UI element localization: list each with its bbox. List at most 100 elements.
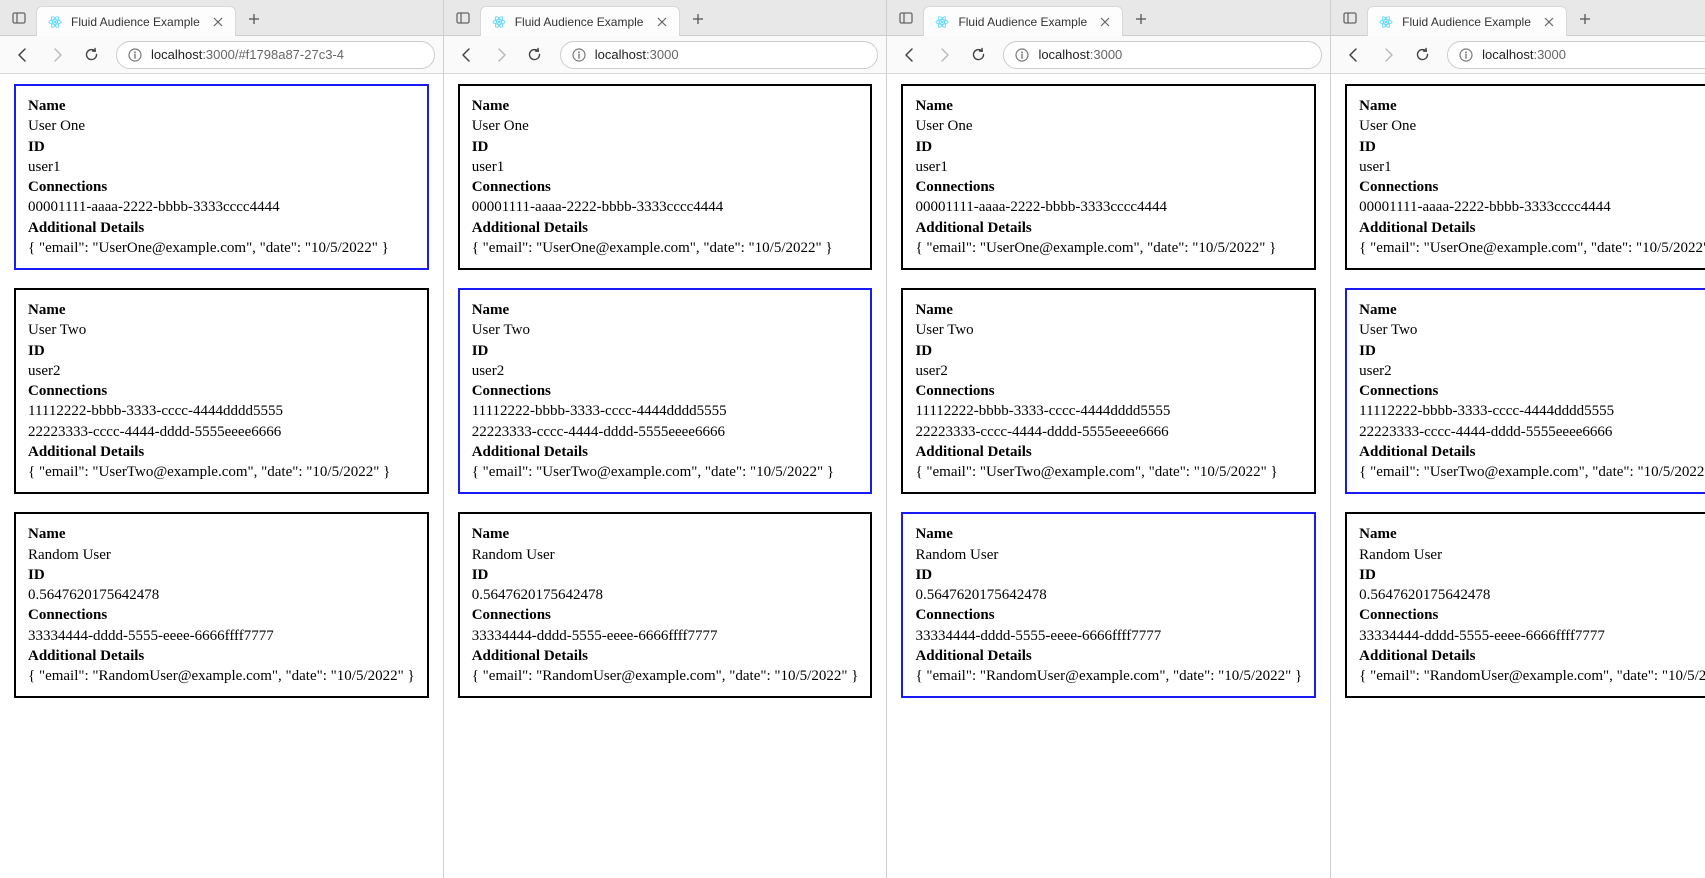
browser-tab[interactable]: Fluid Audience Example bbox=[923, 6, 1123, 36]
info-icon[interactable] bbox=[571, 47, 587, 63]
refresh-button[interactable] bbox=[520, 40, 550, 70]
user-card[interactable]: NameRandom UserID0.5647620175642478Conne… bbox=[1345, 512, 1705, 698]
connection-id: 33334444-dddd-5555-eeee-6666ffff7777 bbox=[28, 626, 415, 646]
details-value: { "email": "RandomUser@example.com", "da… bbox=[28, 666, 415, 686]
back-button[interactable] bbox=[1339, 40, 1369, 70]
id-label: ID bbox=[1359, 565, 1705, 585]
details-value: { "email": "UserTwo@example.com", "date"… bbox=[915, 462, 1302, 482]
details-label: Additional Details bbox=[472, 218, 859, 238]
id-label: ID bbox=[915, 565, 1302, 585]
back-button[interactable] bbox=[895, 40, 925, 70]
forward-button[interactable] bbox=[42, 40, 72, 70]
name-value: User Two bbox=[28, 320, 415, 340]
page-content: NameUser OneIDuser1Connections00001111-a… bbox=[1331, 74, 1705, 878]
details-value: { "email": "RandomUser@example.com", "da… bbox=[472, 666, 859, 686]
tab-actions-icon[interactable] bbox=[450, 5, 476, 31]
close-tab-icon[interactable] bbox=[211, 15, 225, 29]
details-value: { "email": "UserTwo@example.com", "date"… bbox=[28, 462, 415, 482]
connections-label: Connections bbox=[1359, 177, 1705, 197]
user-card[interactable]: NameUser TwoIDuser2Connections11112222-b… bbox=[1345, 288, 1705, 494]
info-icon[interactable] bbox=[1014, 47, 1030, 63]
user-card[interactable]: NameUser OneIDuser1Connections00001111-a… bbox=[1345, 84, 1705, 270]
connection-id: 33334444-dddd-5555-eeee-6666ffff7777 bbox=[915, 626, 1302, 646]
refresh-button[interactable] bbox=[1407, 40, 1437, 70]
address-bar[interactable]: localhost:3000 bbox=[1447, 41, 1705, 69]
toolbar: localhost:3000 bbox=[887, 36, 1330, 74]
close-tab-icon[interactable] bbox=[1542, 15, 1556, 29]
new-tab-button[interactable] bbox=[684, 5, 712, 33]
tab-title: Fluid Audience Example bbox=[958, 15, 1090, 29]
name-label: Name bbox=[28, 524, 415, 544]
tab-title: Fluid Audience Example bbox=[71, 15, 203, 29]
browser-window: Fluid Audience Example localhost:3000 Name… bbox=[1331, 0, 1705, 878]
new-tab-button[interactable] bbox=[240, 5, 268, 33]
url-text: localhost:3000 bbox=[595, 47, 679, 62]
connection-id: 11112222-bbbb-3333-cccc-4444dddd5555 bbox=[915, 401, 1302, 421]
forward-button[interactable] bbox=[929, 40, 959, 70]
forward-button[interactable] bbox=[1373, 40, 1403, 70]
back-button[interactable] bbox=[8, 40, 38, 70]
address-bar[interactable]: localhost:3000/#f1798a87-27c3-4 bbox=[116, 41, 435, 69]
new-tab-button[interactable] bbox=[1127, 5, 1155, 33]
user-card[interactable]: NameUser TwoIDuser2Connections11112222-b… bbox=[458, 288, 873, 494]
browser-tab[interactable]: Fluid Audience Example bbox=[480, 6, 680, 36]
name-value: User Two bbox=[1359, 320, 1705, 340]
browser-tab[interactable]: Fluid Audience Example bbox=[1367, 6, 1567, 36]
id-value: user2 bbox=[472, 361, 859, 381]
id-label: ID bbox=[28, 137, 415, 157]
name-label: Name bbox=[1359, 96, 1705, 116]
connection-id: 00001111-aaaa-2222-bbbb-3333cccc4444 bbox=[28, 197, 415, 217]
info-icon[interactable] bbox=[1458, 47, 1474, 63]
name-label: Name bbox=[915, 300, 1302, 320]
url-text: localhost:3000/#f1798a87-27c3-4 bbox=[151, 47, 344, 62]
connection-id: 33334444-dddd-5555-eeee-6666ffff7777 bbox=[1359, 626, 1705, 646]
browser-tab[interactable]: Fluid Audience Example bbox=[36, 6, 236, 36]
details-label: Additional Details bbox=[28, 442, 415, 462]
close-tab-icon[interactable] bbox=[1098, 15, 1112, 29]
details-label: Additional Details bbox=[28, 218, 415, 238]
user-card[interactable]: NameUser TwoIDuser2Connections11112222-b… bbox=[901, 288, 1316, 494]
name-label: Name bbox=[472, 300, 859, 320]
url-text: localhost:3000 bbox=[1482, 47, 1566, 62]
user-card[interactable]: NameUser OneIDuser1Connections00001111-a… bbox=[458, 84, 873, 270]
connection-id: 22223333-cccc-4444-dddd-5555eeee6666 bbox=[915, 422, 1302, 442]
name-value: User One bbox=[472, 116, 859, 136]
forward-button[interactable] bbox=[486, 40, 516, 70]
close-tab-icon[interactable] bbox=[655, 15, 669, 29]
user-card[interactable]: NameUser TwoIDuser2Connections11112222-b… bbox=[14, 288, 429, 494]
user-card[interactable]: NameRandom UserID0.5647620175642478Conne… bbox=[14, 512, 429, 698]
details-label: Additional Details bbox=[1359, 218, 1705, 238]
tab-actions-icon[interactable] bbox=[1337, 5, 1363, 31]
tab-actions-icon[interactable] bbox=[893, 5, 919, 31]
name-value: User One bbox=[915, 116, 1302, 136]
refresh-button[interactable] bbox=[76, 40, 106, 70]
address-bar[interactable]: localhost:3000 bbox=[560, 41, 879, 69]
connections-label: Connections bbox=[915, 177, 1302, 197]
new-tab-button[interactable] bbox=[1571, 5, 1599, 33]
info-icon[interactable] bbox=[127, 47, 143, 63]
user-card[interactable]: NameUser OneIDuser1Connections00001111-a… bbox=[901, 84, 1316, 270]
user-card[interactable]: NameUser OneIDuser1Connections00001111-a… bbox=[14, 84, 429, 270]
back-button[interactable] bbox=[452, 40, 482, 70]
page-content: NameUser OneIDuser1Connections00001111-a… bbox=[887, 74, 1330, 878]
tab-title: Fluid Audience Example bbox=[515, 15, 647, 29]
name-value: Random User bbox=[1359, 545, 1705, 565]
details-label: Additional Details bbox=[915, 646, 1302, 666]
name-label: Name bbox=[28, 300, 415, 320]
address-bar[interactable]: localhost:3000 bbox=[1003, 41, 1322, 69]
user-card[interactable]: NameRandom UserID0.5647620175642478Conne… bbox=[901, 512, 1316, 698]
user-card[interactable]: NameRandom UserID0.5647620175642478Conne… bbox=[458, 512, 873, 698]
connections-label: Connections bbox=[472, 605, 859, 625]
tab-bar: Fluid Audience Example bbox=[1331, 0, 1705, 36]
name-value: Random User bbox=[472, 545, 859, 565]
connections-label: Connections bbox=[472, 381, 859, 401]
connection-id: 33334444-dddd-5555-eeee-6666ffff7777 bbox=[472, 626, 859, 646]
browser-window: Fluid Audience Example localhost:3000 Name… bbox=[444, 0, 888, 878]
refresh-button[interactable] bbox=[963, 40, 993, 70]
id-label: ID bbox=[472, 341, 859, 361]
tab-actions-icon[interactable] bbox=[6, 5, 32, 31]
toolbar: localhost:3000 bbox=[444, 36, 887, 74]
connections-label: Connections bbox=[28, 177, 415, 197]
details-label: Additional Details bbox=[915, 218, 1302, 238]
tab-title: Fluid Audience Example bbox=[1402, 15, 1534, 29]
